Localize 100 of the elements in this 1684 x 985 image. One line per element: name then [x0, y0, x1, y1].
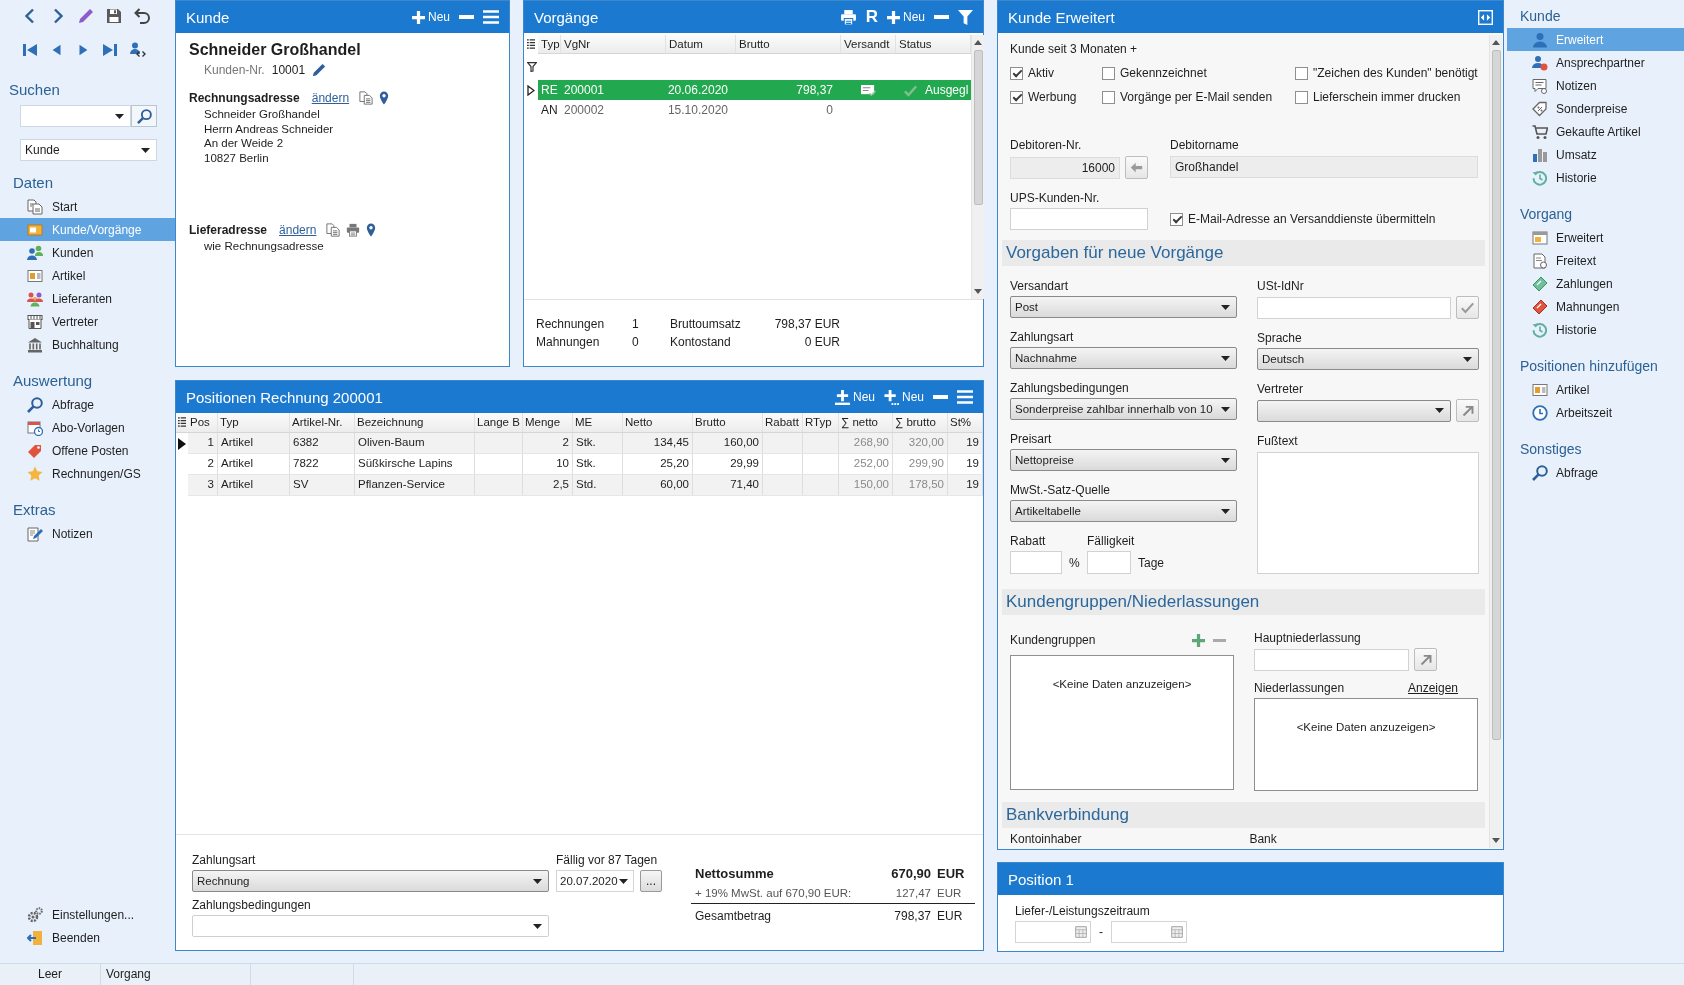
column-header[interactable]: Netto [623, 413, 693, 432]
dropdown[interactable]: Deutsch [1257, 348, 1479, 370]
input-field[interactable] [1254, 648, 1409, 671]
column-header[interactable]: St% [948, 413, 983, 432]
nav-item[interactable]: Erweitert [1507, 226, 1684, 249]
nav-item[interactable]: Abo-Vorlagen [0, 416, 175, 439]
dropdown[interactable]: Sonderpreise zahlbar innerhalb von 10 [1010, 398, 1237, 420]
last-record-icon[interactable] [102, 42, 118, 58]
pencil-icon[interactable] [78, 8, 94, 24]
nav-item[interactable]: Historie [1507, 318, 1684, 341]
column-header[interactable]: Artikel-Nr. [290, 413, 355, 432]
save-icon[interactable] [106, 8, 122, 24]
nav-item[interactable]: Artikel [0, 264, 175, 287]
checkbox[interactable] [1010, 66, 1023, 80]
first-record-icon[interactable] [22, 42, 38, 58]
column-header[interactable]: Menge [523, 413, 573, 432]
menu-icon[interactable] [483, 10, 499, 24]
column-header[interactable]: Datum [666, 35, 736, 53]
scrollbar-thumb[interactable] [1491, 50, 1501, 740]
date-field[interactable] [1111, 921, 1187, 943]
nav-item[interactable]: Abfrage [0, 393, 175, 416]
show-link[interactable]: Anzeigen [1407, 681, 1458, 695]
nav-item[interactable]: Arbeitszeit [1507, 401, 1684, 424]
person-arrows-icon[interactable] [130, 42, 146, 58]
collapse-panel-icon[interactable] [1478, 9, 1493, 25]
open-button[interactable] [1414, 648, 1437, 671]
edit-link[interactable]: ändern [311, 91, 350, 105]
transfer-button[interactable] [1125, 156, 1148, 179]
new-button[interactable]: Neu [834, 389, 875, 405]
dropdown[interactable] [1257, 399, 1451, 422]
column-header[interactable]: Brutto [736, 35, 841, 53]
list-box[interactable]: <Keine Daten anzuzeigen> [1254, 698, 1478, 791]
column-header[interactable]: Bezeichnung [355, 413, 475, 432]
input-field[interactable] [1010, 208, 1148, 230]
input-field[interactable]: 16000 [1010, 156, 1120, 179]
nav-item[interactable]: Ansprechpartner [1507, 51, 1684, 74]
table-row[interactable]: 3 Artikel SV Pflanzen-Service 2,5 Std. 60,00 71,40 150,00 178,50 19 [176, 475, 983, 496]
date-field[interactable]: 20.07.2020 [556, 870, 634, 892]
menu-icon[interactable] [957, 390, 973, 404]
scroll-down-icon[interactable] [974, 289, 983, 294]
column-header[interactable]: Rabatt [763, 413, 803, 432]
nav-item[interactable]: Abfrage [1507, 461, 1684, 484]
scroll-up-icon[interactable] [1492, 40, 1500, 45]
map-pin-icon[interactable] [366, 223, 377, 237]
column-header[interactable]: Typ [538, 35, 561, 53]
dropdown[interactable]: Rechnung [192, 870, 549, 892]
nav-item[interactable]: Lieferanten [0, 287, 175, 310]
nav-item[interactable]: Start [0, 195, 175, 218]
search-button[interactable] [131, 105, 157, 127]
checkbox[interactable] [1102, 66, 1115, 80]
scrollbar-thumb[interactable] [973, 50, 983, 205]
filter-icon[interactable] [527, 62, 537, 72]
column-header[interactable]: ∑ netto [839, 413, 893, 432]
printer-icon[interactable] [346, 223, 361, 237]
column-header[interactable]: ∑ brutto [893, 413, 948, 432]
more-button[interactable]: ... [640, 870, 662, 892]
nav-item[interactable]: Zahlungen [1507, 272, 1684, 295]
new-button[interactable]: Neu [887, 10, 925, 24]
checkbox[interactable] [1295, 90, 1308, 104]
column-header[interactable]: Typ [218, 413, 290, 432]
input-field[interactable] [1010, 551, 1062, 574]
scroll-up-icon[interactable] [974, 40, 983, 45]
dropdown[interactable]: Nettopreise [1010, 449, 1237, 471]
nav-item[interactable]: Umsatz [1507, 143, 1684, 166]
verify-button[interactable] [1456, 296, 1479, 319]
list-box[interactable]: <Keine Daten anzuzeigen> [1010, 655, 1234, 790]
nav-item[interactable]: Kunden [0, 241, 175, 264]
nav-item[interactable]: Notizen [0, 522, 175, 545]
nav-item[interactable]: Historie [1507, 166, 1684, 189]
nav-item[interactable]: Buchhaltung [0, 333, 175, 356]
column-header[interactable]: ME [573, 413, 623, 432]
table-row[interactable]: 1 Artikel 6382 Oliven-Baum 2 Stk. 134,45 160,00 268,90 320,00 19 [176, 433, 983, 454]
nav-item[interactable]: Beenden [0, 926, 175, 949]
map-pin-icon[interactable] [379, 91, 390, 105]
checkbox[interactable] [1010, 90, 1023, 104]
nav-item[interactable]: Vertreter [0, 310, 175, 333]
plus-icon[interactable] [1192, 633, 1205, 647]
nav-item[interactable]: Gekaufte Artikel [1507, 120, 1684, 143]
column-header[interactable]: Versandt [841, 35, 896, 53]
undo-icon[interactable] [134, 8, 150, 24]
nav-item[interactable]: Offene Posten [0, 439, 175, 462]
dropdown[interactable]: Post [1010, 296, 1237, 318]
input-field[interactable] [1257, 296, 1451, 319]
edit-link[interactable]: ändern [279, 223, 317, 237]
column-header[interactable]: VgNr [561, 35, 666, 53]
search-field[interactable] [20, 105, 131, 127]
open-button[interactable] [1456, 399, 1479, 422]
copy-icon[interactable] [359, 91, 374, 105]
scrollbar[interactable] [1489, 35, 1502, 848]
checkbox[interactable] [1170, 212, 1183, 226]
dropdown[interactable]: Nachnahme [1010, 347, 1237, 369]
new-button[interactable]: Neu [884, 389, 924, 405]
nav-item[interactable]: Sonderpreise [1507, 97, 1684, 120]
checkbox[interactable] [1295, 66, 1308, 80]
nav-item[interactable]: Rechnungen/GS [0, 462, 175, 485]
date-field[interactable] [1015, 921, 1091, 943]
column-header[interactable]: Pos [188, 413, 218, 432]
nav-item[interactable]: Mahnungen [1507, 295, 1684, 318]
checkbox[interactable] [1102, 90, 1115, 104]
pencil-icon[interactable] [312, 63, 327, 77]
